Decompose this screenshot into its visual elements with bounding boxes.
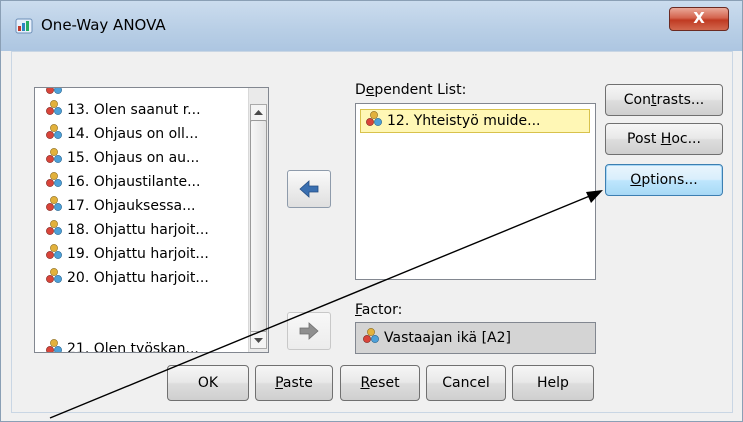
factor-value: Vastaajan ikä [A2] xyxy=(384,330,511,346)
source-variable-list[interactable]: 13. Olen saanut r... 14. Ohjaus on oll..… xyxy=(34,87,269,353)
nominal-variable-icon xyxy=(46,244,62,259)
nominal-variable-icon xyxy=(46,339,62,352)
list-item[interactable]: 15. Ohjaus on au... xyxy=(45,147,199,169)
vertical-scrollbar[interactable] xyxy=(248,88,268,352)
move-left-arrow-icon xyxy=(299,180,319,198)
nominal-variable-icon xyxy=(46,268,62,283)
list-item-label: 13. Olen saanut r... xyxy=(67,102,201,118)
dependent-list-item[interactable]: 12. Yhteistyö muide... xyxy=(360,109,590,133)
list-item-label: 14. Ohjaus on oll... xyxy=(67,126,199,142)
move-to-dependent-list-button[interactable] xyxy=(287,170,331,208)
list-item[interactable]: 16. Ohjaustilante... xyxy=(45,171,200,193)
cancel-button[interactable]: Cancel xyxy=(426,365,506,401)
list-item[interactable]: 17. Ohjauksessa... xyxy=(45,195,195,217)
spss-app-icon xyxy=(15,18,33,34)
scroll-down-button[interactable] xyxy=(250,331,267,349)
scroll-thumb[interactable] xyxy=(250,120,267,334)
list-item[interactable]: 14. Ohjaus on oll... xyxy=(45,123,198,145)
scroll-down-arrow-icon xyxy=(254,338,263,343)
nominal-variable-icon xyxy=(46,172,62,187)
close-button[interactable]: X xyxy=(669,7,729,31)
options-button[interactable]: Options... xyxy=(605,164,723,196)
nominal-variable-icon xyxy=(46,124,62,139)
post-hoc-button[interactable]: Post Hoc... xyxy=(605,123,723,155)
dependent-list-label: Dependent List: xyxy=(355,82,467,98)
list-item-label: 21. Olen työskan... xyxy=(67,341,199,353)
scroll-up-arrow-icon xyxy=(254,110,263,115)
nominal-variable-icon xyxy=(46,148,62,163)
dependent-list[interactable]: 12. Yhteistyö muide... xyxy=(355,103,596,280)
move-right-arrow-icon xyxy=(299,322,319,340)
nominal-variable-icon xyxy=(46,196,62,211)
help-button[interactable]: Help xyxy=(512,365,594,401)
list-item-label: 20. Ohjattu harjoit... xyxy=(67,270,209,286)
window-title: One-Way ANOVA xyxy=(41,16,166,34)
list-item[interactable]: 18. Ohjattu harjoit... xyxy=(45,219,209,241)
move-to-factor-button[interactable] xyxy=(287,312,331,350)
nominal-variable-icon xyxy=(46,100,62,115)
list-item-label: 15. Ohjaus on au... xyxy=(67,150,200,166)
title-bar[interactable]: One-Way ANOVA X xyxy=(1,1,742,51)
one-way-anova-dialog: One-Way ANOVA X 13. Olen saanut r... 14.… xyxy=(0,0,743,422)
dependent-item-label: 12. Yhteistyö muide... xyxy=(387,113,541,129)
factor-label: Factor: xyxy=(355,302,403,318)
list-item-label: 17. Ohjauksessa... xyxy=(67,198,196,214)
nominal-variable-icon xyxy=(46,88,62,94)
close-icon: X xyxy=(693,9,705,27)
nominal-variable-icon xyxy=(366,111,382,126)
reset-button[interactable]: Reset xyxy=(340,365,420,401)
list-item[interactable]: 13. Olen saanut r... xyxy=(45,99,201,121)
list-item[interactable]: 19. Ohjattu harjoit... xyxy=(45,243,209,265)
factor-field[interactable]: Vastaajan ikä [A2] xyxy=(355,322,596,354)
ok-button[interactable]: OK xyxy=(167,365,249,401)
list-item-label: 16. Ohjaustilante... xyxy=(67,174,201,190)
nominal-variable-icon xyxy=(363,328,379,343)
list-item[interactable]: 20. Ohjattu harjoit... xyxy=(45,267,209,289)
nominal-variable-icon xyxy=(46,220,62,235)
list-item-label: 18. Ohjattu harjoit... xyxy=(67,222,209,238)
list-item[interactable]: 21. Olen työskan... xyxy=(45,338,199,353)
list-item-label: 19. Ohjattu harjoit... xyxy=(67,246,209,262)
paste-button[interactable]: Paste xyxy=(255,365,333,401)
contrasts-button[interactable]: Contrasts... xyxy=(605,84,723,116)
